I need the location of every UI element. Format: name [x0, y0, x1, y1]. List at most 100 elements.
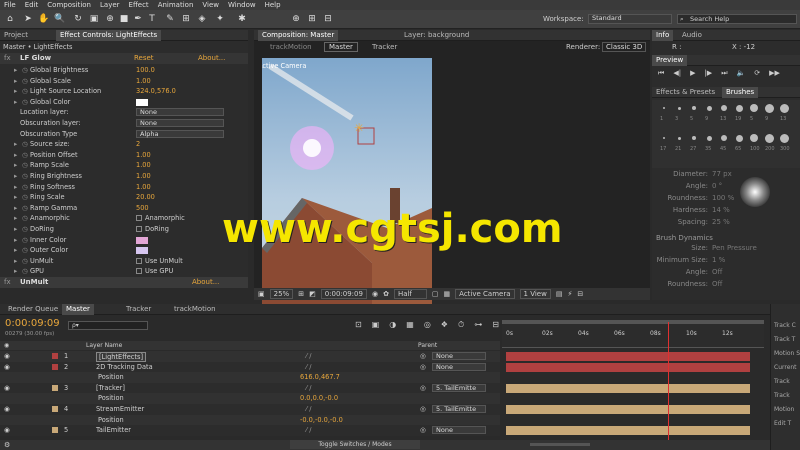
stopwatch-icon[interactable]: ◷ [22, 256, 28, 267]
pen-tool-icon[interactable]: ✒ [132, 13, 144, 25]
tab-preview[interactable]: Preview [652, 55, 688, 66]
expand-arrow-icon[interactable]: ▸ [14, 139, 17, 150]
property-name[interactable]: Position [98, 372, 124, 383]
label-color-swatch[interactable] [52, 363, 58, 370]
brush-tip[interactable] [663, 137, 665, 139]
layer-name[interactable]: [LightEffects] [96, 352, 147, 362]
menu-edit[interactable]: Edit [25, 1, 39, 9]
selection-tool-icon[interactable]: ➤ [22, 13, 34, 25]
brush-prop-value[interactable]: 77 px [712, 170, 732, 178]
flowchart-icon[interactable]: ⊟ [577, 290, 583, 298]
parent-dropdown[interactable]: None [432, 426, 486, 435]
param-value[interactable]: 1.00 [136, 160, 151, 171]
settings-icon[interactable]: ⚙ [4, 441, 10, 449]
axis-icon[interactable]: ⊕ [290, 13, 302, 25]
stopwatch-icon[interactable]: ◷ [22, 182, 28, 193]
parent-pickwhip-icon[interactable]: ◎ [420, 351, 426, 362]
visibility-eye-icon[interactable]: ◉ [4, 383, 10, 394]
brush-tip[interactable] [721, 135, 727, 141]
brush-tip[interactable] [750, 134, 758, 142]
camera-tool-icon[interactable]: ▣ [88, 13, 100, 25]
brush-tip[interactable] [750, 104, 758, 112]
brush-tip[interactable] [706, 105, 712, 111]
ram-preview-icon[interactable]: ▶▶ [769, 69, 780, 78]
visibility-eye-icon[interactable]: ◉ [4, 425, 10, 436]
parent-dropdown[interactable]: None [432, 362, 486, 371]
zoom-dropdown[interactable]: 25% [269, 289, 294, 299]
parent-dropdown[interactable]: 5. TailEmitte [432, 383, 486, 392]
stopwatch-icon[interactable]: ◷ [22, 139, 28, 150]
snapshot-icon[interactable]: ◉ [372, 290, 378, 298]
param-value[interactable]: 1.00 [136, 150, 151, 161]
brush-prop-value[interactable]: 0 ° [712, 182, 722, 190]
prev-frame-icon[interactable]: ◀| [673, 69, 681, 78]
layer-duration-bar[interactable] [506, 405, 750, 414]
param-value[interactable]: 100.0 [136, 65, 155, 76]
audio-icon[interactable]: 🔈 [737, 69, 746, 78]
col-parent[interactable]: Parent [418, 342, 437, 349]
pan-behind-tool-icon[interactable]: ⊕ [104, 13, 116, 25]
stopwatch-icon[interactable]: ◷ [22, 192, 28, 203]
layer-duration-bar[interactable] [506, 383, 750, 393]
layer-duration-bar[interactable] [506, 362, 750, 372]
work-area-bar[interactable] [502, 320, 764, 324]
expand-arrow-icon[interactable]: ▸ [14, 182, 17, 193]
layer-row[interactable]: ◉ 2 2D Tracking Data ⁄ ∕ ◎ None [0, 361, 500, 373]
tracker-label[interactable]: Motion [774, 406, 794, 413]
checkbox[interactable] [136, 257, 142, 264]
layer-name[interactable]: StreamEmitter [96, 404, 144, 415]
property-row[interactable]: Position -0.0,-0.0,-0.0 [0, 414, 500, 426]
expand-arrow-icon[interactable]: ▸ [14, 245, 17, 256]
stopwatch-icon[interactable]: ◷ [22, 76, 28, 87]
next-frame-icon[interactable]: |▶ [704, 69, 712, 78]
layer-name[interactable]: TailEmitter [96, 425, 131, 436]
tab-brushes[interactable]: Brushes [722, 87, 759, 98]
stopwatch-icon[interactable]: ◷ [22, 224, 28, 235]
brush-tip[interactable] [692, 106, 696, 110]
stopwatch-icon[interactable]: ◷ [22, 266, 28, 277]
param-checkbox-label[interactable]: DoRing [136, 224, 169, 235]
workspace-dropdown[interactable]: Standard [588, 14, 672, 24]
expand-arrow-icon[interactable]: ▸ [14, 192, 17, 203]
brainstorm-icon[interactable]: ❖ [441, 320, 448, 330]
time-ruler[interactable]: 0s 02s 04s 06s 08s 10s 12s [502, 322, 764, 348]
layer-duration-bar[interactable] [506, 352, 750, 361]
expand-arrow-icon[interactable]: ▸ [14, 86, 17, 97]
roi-icon[interactable]: ▢ [432, 290, 439, 298]
expand-arrow-icon[interactable]: ▸ [14, 97, 17, 108]
view-axis-icon[interactable]: ⊟ [322, 13, 334, 25]
tracker-label[interactable]: Track [774, 378, 790, 385]
magnification-icon[interactable]: ▣ [258, 290, 265, 298]
comp-mini-flowchart-icon[interactable]: ⊡ [355, 320, 362, 330]
visibility-eye-icon[interactable]: ◉ [4, 404, 10, 415]
brush-tip[interactable] [692, 136, 696, 140]
current-time-indicator[interactable] [668, 322, 669, 440]
type-tool-icon[interactable]: T [146, 13, 158, 25]
menu-animation[interactable]: Animation [158, 1, 194, 9]
brush-prop-value[interactable]: 25 % [712, 218, 730, 226]
param-checkbox-label[interactable]: Use GPU [136, 266, 173, 277]
tab-composition-master[interactable]: Composition: Master [258, 30, 339, 41]
label-color-swatch[interactable] [52, 406, 58, 412]
param-value[interactable]: 1.00 [136, 76, 151, 87]
color-channels-icon[interactable]: ✿ [383, 290, 389, 298]
tracker-label[interactable]: Edit T [774, 420, 791, 427]
brush-tip[interactable] [735, 104, 743, 112]
stopwatch-icon[interactable]: ◷ [22, 235, 28, 246]
rectangle-tool-icon[interactable]: ■ [118, 13, 130, 25]
subtab-trackmotion[interactable]: trackMotion [270, 43, 312, 51]
visibility-eye-icon[interactable]: ◉ [4, 351, 10, 362]
toggle-pixel-icon[interactable]: ▤ [556, 290, 563, 298]
layer-row[interactable]: ◉ 4 StreamEmitter ⁄ ∕ ◎ 5. TailEmitte [0, 404, 500, 415]
puppet-tool-icon[interactable]: ✱ [236, 13, 248, 25]
fast-preview-icon[interactable]: ⚡ [567, 290, 572, 298]
param-value[interactable]: 20.00 [136, 192, 155, 203]
tracker-label[interactable]: Track C [774, 322, 796, 329]
draft-3d-icon[interactable]: ▣ [372, 320, 380, 330]
brush-prop-value[interactable]: 100 % [712, 194, 734, 202]
tab-render-queue[interactable]: Render Queue [4, 304, 62, 315]
param-value[interactable]: 324.0,576.0 [136, 86, 176, 97]
play-icon[interactable]: ▶ [690, 69, 695, 78]
expand-arrow-icon[interactable]: ▸ [14, 213, 17, 224]
brush-prop-value[interactable]: Pen Pressure [712, 244, 757, 252]
